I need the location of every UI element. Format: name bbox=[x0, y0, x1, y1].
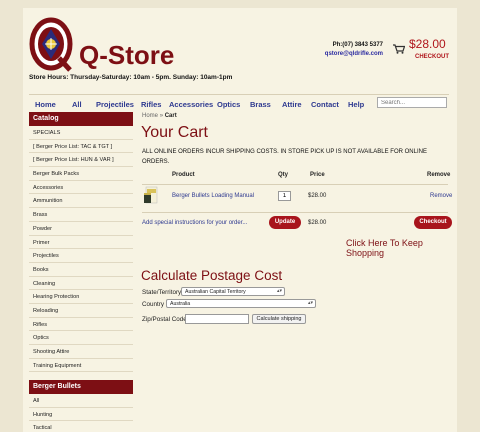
cart-subtotal: $28.00 bbox=[308, 220, 327, 226]
store-hours: Store Hours: Thursday-Saturday: 10am - 5… bbox=[29, 74, 233, 81]
breadcrumb: Home » Cart bbox=[142, 113, 177, 119]
postage-section-title: Calculate Postage Cost bbox=[141, 268, 283, 283]
catalog-item-berger-bulk[interactable]: Berger Bulk Packs bbox=[29, 167, 133, 181]
product-name-link[interactable]: Berger Bullets Loading Manual bbox=[172, 193, 254, 199]
header-checkout-link[interactable]: CHECKOUT bbox=[415, 54, 449, 60]
page-container: Q-Store Store Hours: Thursday-Saturday: … bbox=[23, 8, 457, 432]
column-header-price: Price bbox=[310, 172, 325, 178]
catalog-item-primer[interactable]: Primer bbox=[29, 236, 133, 250]
special-instructions-link[interactable]: Add special instructions for your order.… bbox=[142, 220, 247, 226]
nav-accessories[interactable]: Accessories bbox=[169, 100, 213, 109]
email-link[interactable]: qstore@qldrifle.com bbox=[283, 50, 383, 59]
nav-home[interactable]: Home bbox=[35, 100, 56, 109]
nav-attire[interactable]: Attire bbox=[282, 100, 302, 109]
table-divider bbox=[142, 184, 448, 185]
state-select-value: Australian Capital Territory bbox=[185, 289, 246, 295]
shopping-cart-icon[interactable] bbox=[393, 44, 405, 54]
keep-shopping-link[interactable]: Click Here To Keep Shopping bbox=[346, 238, 457, 258]
table-divider bbox=[142, 212, 448, 213]
update-button[interactable]: Update bbox=[269, 216, 301, 229]
catalog-item-reloading[interactable]: Reloading bbox=[29, 304, 133, 318]
catalog-item-rifles[interactable]: Rifles bbox=[29, 318, 133, 332]
nav-brass[interactable]: Brass bbox=[250, 100, 271, 109]
remove-item-link[interactable]: Remove bbox=[430, 193, 452, 199]
nav-optics[interactable]: Optics bbox=[217, 100, 240, 109]
zip-label: Zip/Postal Code bbox=[142, 316, 187, 323]
catalog-item-projectiles[interactable]: Projectiles bbox=[29, 249, 133, 263]
breadcrumb-separator: » bbox=[159, 113, 164, 119]
catalog-item-powder[interactable]: Powder bbox=[29, 222, 133, 236]
qstore-logo-icon[interactable] bbox=[29, 14, 73, 72]
checkout-button[interactable]: Checkout bbox=[414, 216, 452, 229]
catalog-item-books[interactable]: Books bbox=[29, 263, 133, 277]
catalog-header: Catalog bbox=[29, 112, 133, 126]
catalog-item-optics[interactable]: Optics bbox=[29, 331, 133, 345]
nav-contact[interactable]: Contact bbox=[311, 100, 339, 109]
nav-all[interactable]: All bbox=[72, 100, 82, 109]
calculate-shipping-button[interactable]: Calculate shipping bbox=[252, 314, 306, 324]
bullets-item-all[interactable]: All bbox=[29, 394, 133, 408]
column-header-qty: Qty bbox=[278, 172, 289, 178]
bullets-item-tactical[interactable]: Tactical bbox=[29, 421, 133, 432]
country-label: Country bbox=[142, 301, 165, 308]
nav-help[interactable]: Help bbox=[348, 100, 364, 109]
product-thumbnail[interactable] bbox=[143, 185, 159, 205]
catalog-item-berger-tac-tgt[interactable]: [ Berger Price List: TAC & TGT ] bbox=[29, 140, 133, 154]
page-title: Your Cart bbox=[141, 124, 208, 141]
catalog-item-brass[interactable]: Brass bbox=[29, 208, 133, 222]
cart-total[interactable]: $28.00 bbox=[409, 37, 446, 51]
main-nav: Home All Projectiles Rifles Accessories … bbox=[29, 94, 449, 112]
search-input[interactable] bbox=[377, 97, 447, 108]
shipping-notice: ALL ONLINE ORDERS INCUR SHIPPING COSTS. … bbox=[142, 149, 427, 165]
store-logo-text[interactable]: Q-Store bbox=[79, 42, 174, 68]
phone-number: Ph:(07) 3843 5377 bbox=[332, 42, 383, 48]
berger-bullets-list: All Hunting Tactical bbox=[29, 394, 133, 432]
state-label: State/Territory bbox=[142, 289, 182, 296]
bullets-item-hunting[interactable]: Hunting bbox=[29, 408, 133, 422]
catalog-item-ammunition[interactable]: Ammunition bbox=[29, 194, 133, 209]
catalog-item-hearing-protection[interactable]: Hearing Protection bbox=[29, 290, 133, 304]
zip-input[interactable] bbox=[185, 314, 249, 324]
quantity-input[interactable] bbox=[278, 191, 291, 201]
select-arrow-icon: ▴▾ bbox=[307, 300, 313, 306]
state-select[interactable]: Australian Capital Territory ▴▾ bbox=[181, 287, 285, 296]
contact-info: Ph:(07) 3843 5377 qstore@qldrifle.com bbox=[283, 41, 383, 59]
select-arrow-icon: ▴▾ bbox=[276, 288, 282, 294]
catalog-item-berger-hun-var[interactable]: [ Berger Price List: HUN & VAR ] bbox=[29, 153, 133, 168]
catalog-item-cleaning[interactable]: Cleaning bbox=[29, 277, 133, 291]
column-header-remove: Remove bbox=[427, 172, 451, 178]
catalog-item-specials[interactable]: SPECIALS bbox=[29, 126, 133, 140]
country-select[interactable]: Australia ▴▾ bbox=[166, 299, 316, 308]
catalog-item-accessories[interactable]: Accessories bbox=[29, 181, 133, 195]
column-header-product: Product bbox=[172, 172, 195, 178]
item-price: $28.00 bbox=[308, 193, 327, 199]
catalog-item-shooting-attire[interactable]: Shooting Attire bbox=[29, 345, 133, 359]
breadcrumb-current: Cart bbox=[164, 113, 177, 119]
catalog-item-training-equipment[interactable]: Training Equipment bbox=[29, 359, 133, 373]
country-select-value: Australia bbox=[170, 301, 191, 307]
nav-rifles[interactable]: Rifles bbox=[141, 100, 161, 109]
catalog-list: SPECIALS [ Berger Price List: TAC & TGT … bbox=[29, 126, 133, 373]
berger-bullets-header: Berger Bullets bbox=[29, 380, 133, 394]
nav-projectiles[interactable]: Projectiles bbox=[96, 100, 134, 109]
breadcrumb-home[interactable]: Home bbox=[142, 113, 158, 119]
